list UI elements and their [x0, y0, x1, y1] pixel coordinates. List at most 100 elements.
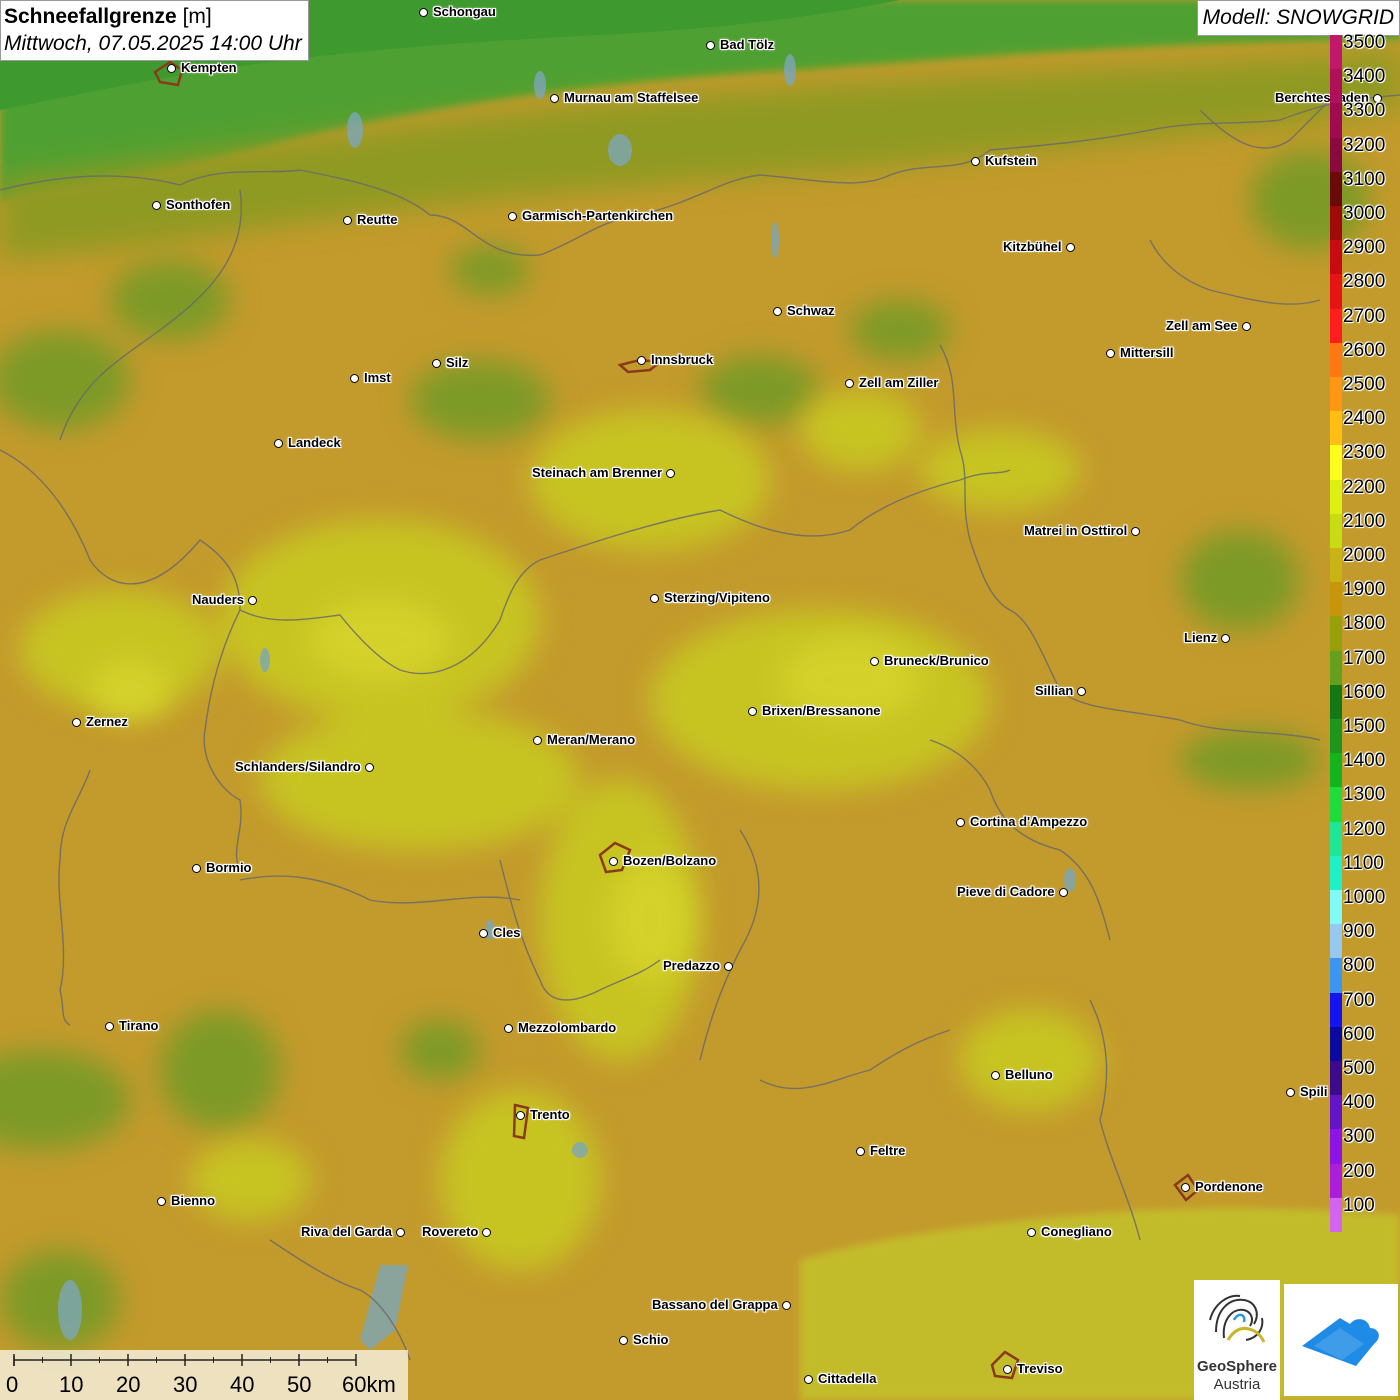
legend-swatch — [1330, 240, 1342, 275]
city-marker-icon[interactable] — [666, 469, 675, 478]
city-marker-icon[interactable] — [1003, 1365, 1012, 1374]
legend-swatch — [1330, 924, 1342, 959]
city-marker-icon[interactable] — [619, 1336, 628, 1345]
geosphere-text: GeoSphere — [1196, 1358, 1278, 1375]
city-marker-icon[interactable] — [274, 439, 283, 448]
city-marker-icon[interactable] — [1066, 243, 1075, 252]
legend-label: 1800 — [1343, 613, 1386, 635]
city-marker-icon[interactable] — [609, 857, 618, 866]
map-title-box: Schneefallgrenze [m] Mittwoch, 07.05.202… — [0, 0, 309, 61]
city-label: Zell am See — [1166, 318, 1238, 333]
city-marker-icon[interactable] — [991, 1071, 1000, 1080]
legend-label: 1000 — [1343, 887, 1386, 908]
city-label: Trento — [530, 1107, 570, 1122]
city-label: Rovereto — [422, 1224, 479, 1239]
city-marker-icon[interactable] — [724, 962, 733, 971]
city-label: Sillian — [1035, 683, 1074, 698]
city-marker-icon[interactable] — [1221, 634, 1230, 643]
city-label: Bienno — [171, 1193, 216, 1208]
city-marker-icon[interactable] — [508, 212, 517, 221]
city-label: Bassano del Grappa — [652, 1297, 778, 1312]
city-marker-icon[interactable] — [971, 157, 980, 166]
geosphere-austria-logo[interactable]: GeoSphere Austria — [1194, 1280, 1280, 1400]
city-marker-icon[interactable] — [157, 1197, 166, 1206]
legend-label: 1700 — [1343, 647, 1386, 669]
city-marker-icon[interactable] — [1059, 888, 1068, 897]
legend-swatch — [1330, 958, 1342, 994]
city-marker-icon[interactable] — [956, 818, 965, 827]
legend-swatch — [1330, 377, 1342, 412]
weather-app-logo[interactable] — [1284, 1284, 1398, 1396]
legend-label: 1600 — [1343, 681, 1386, 703]
city-marker-icon[interactable] — [419, 8, 428, 17]
city-marker-icon[interactable] — [167, 64, 176, 73]
city-marker-icon[interactable] — [650, 594, 659, 603]
legend-label: 2000 — [1343, 545, 1386, 566]
city-marker-icon[interactable] — [1077, 687, 1086, 696]
legend-label: 300 — [1343, 1126, 1375, 1148]
legend-swatch — [1330, 582, 1342, 617]
city-marker-icon[interactable] — [706, 41, 715, 50]
scale-label: 0 — [6, 1372, 19, 1397]
city-marker-icon[interactable] — [782, 1301, 791, 1310]
legend-swatch — [1330, 1061, 1342, 1096]
scale-label: 40 — [230, 1372, 255, 1397]
city-label: Spili — [1300, 1084, 1328, 1099]
city-label: Riva del Garda — [301, 1224, 393, 1239]
city-marker-icon[interactable] — [845, 379, 854, 388]
city-marker-icon[interactable] — [1027, 1228, 1036, 1237]
city-marker-icon[interactable] — [533, 736, 542, 745]
city-label: Pieve di Cadore — [957, 884, 1055, 899]
city-marker-icon[interactable] — [870, 657, 879, 666]
city-marker-icon[interactable] — [516, 1111, 525, 1120]
legend-label: 2900 — [1343, 237, 1386, 259]
city-marker-icon[interactable] — [1181, 1183, 1190, 1192]
city-marker-icon[interactable] — [804, 1375, 813, 1384]
city-marker-icon[interactable] — [637, 356, 646, 365]
scale-ticks — [13, 1354, 357, 1366]
city-marker-icon[interactable] — [550, 94, 559, 103]
city-label: Silz — [446, 355, 469, 370]
city-marker-icon[interactable] — [343, 216, 352, 225]
legend-swatch — [1330, 821, 1342, 857]
legend-label: 2800 — [1343, 271, 1386, 293]
city-marker-icon[interactable] — [482, 1228, 491, 1237]
city-marker-icon[interactable] — [856, 1147, 865, 1156]
legend-swatch — [1330, 684, 1342, 720]
city-marker-icon[interactable] — [396, 1228, 405, 1237]
city-marker-icon[interactable] — [479, 929, 488, 938]
snowfall-line-map[interactable]: Schneefallgrenze [m] Mittwoch, 07.05.202… — [0, 0, 1400, 1400]
city-marker-icon[interactable] — [350, 374, 359, 383]
city-marker-icon[interactable] — [773, 307, 782, 316]
legend-label: 1200 — [1343, 818, 1386, 840]
legend-label: 500 — [1343, 1058, 1375, 1079]
legend-color-bar — [1330, 35, 1342, 1233]
city-label: Schwaz — [787, 303, 835, 318]
city-marker-icon[interactable] — [192, 864, 201, 873]
city-marker-icon[interactable] — [1286, 1088, 1295, 1097]
legend-swatch — [1330, 855, 1342, 891]
legend-swatch — [1330, 445, 1342, 481]
city-label: Conegliano — [1041, 1224, 1112, 1239]
legend-swatch — [1330, 1197, 1342, 1233]
city-marker-icon[interactable] — [1131, 527, 1140, 536]
legend-swatch — [1330, 171, 1342, 207]
city-marker-icon[interactable] — [504, 1024, 513, 1033]
legend-swatch — [1330, 206, 1342, 241]
city-label: Cittadella — [818, 1371, 877, 1386]
city-marker-icon[interactable] — [748, 707, 757, 716]
city-label: Schlanders/Silandro — [235, 759, 361, 774]
city-marker-icon[interactable] — [432, 359, 441, 368]
legend-swatch — [1330, 719, 1342, 754]
city-marker-icon[interactable] — [152, 201, 161, 210]
city-marker-icon[interactable] — [105, 1022, 114, 1031]
city-label: Schongau — [433, 4, 496, 19]
city-marker-icon[interactable] — [72, 718, 81, 727]
scale-label: 30 — [173, 1372, 198, 1397]
city-marker-icon[interactable] — [1106, 349, 1115, 358]
city-marker-icon[interactable] — [248, 596, 257, 605]
city-marker-icon[interactable] — [365, 763, 374, 772]
city-marker-icon[interactable] — [1242, 322, 1251, 331]
legend-label: 1100 — [1343, 852, 1384, 874]
legend-swatch — [1330, 548, 1342, 583]
